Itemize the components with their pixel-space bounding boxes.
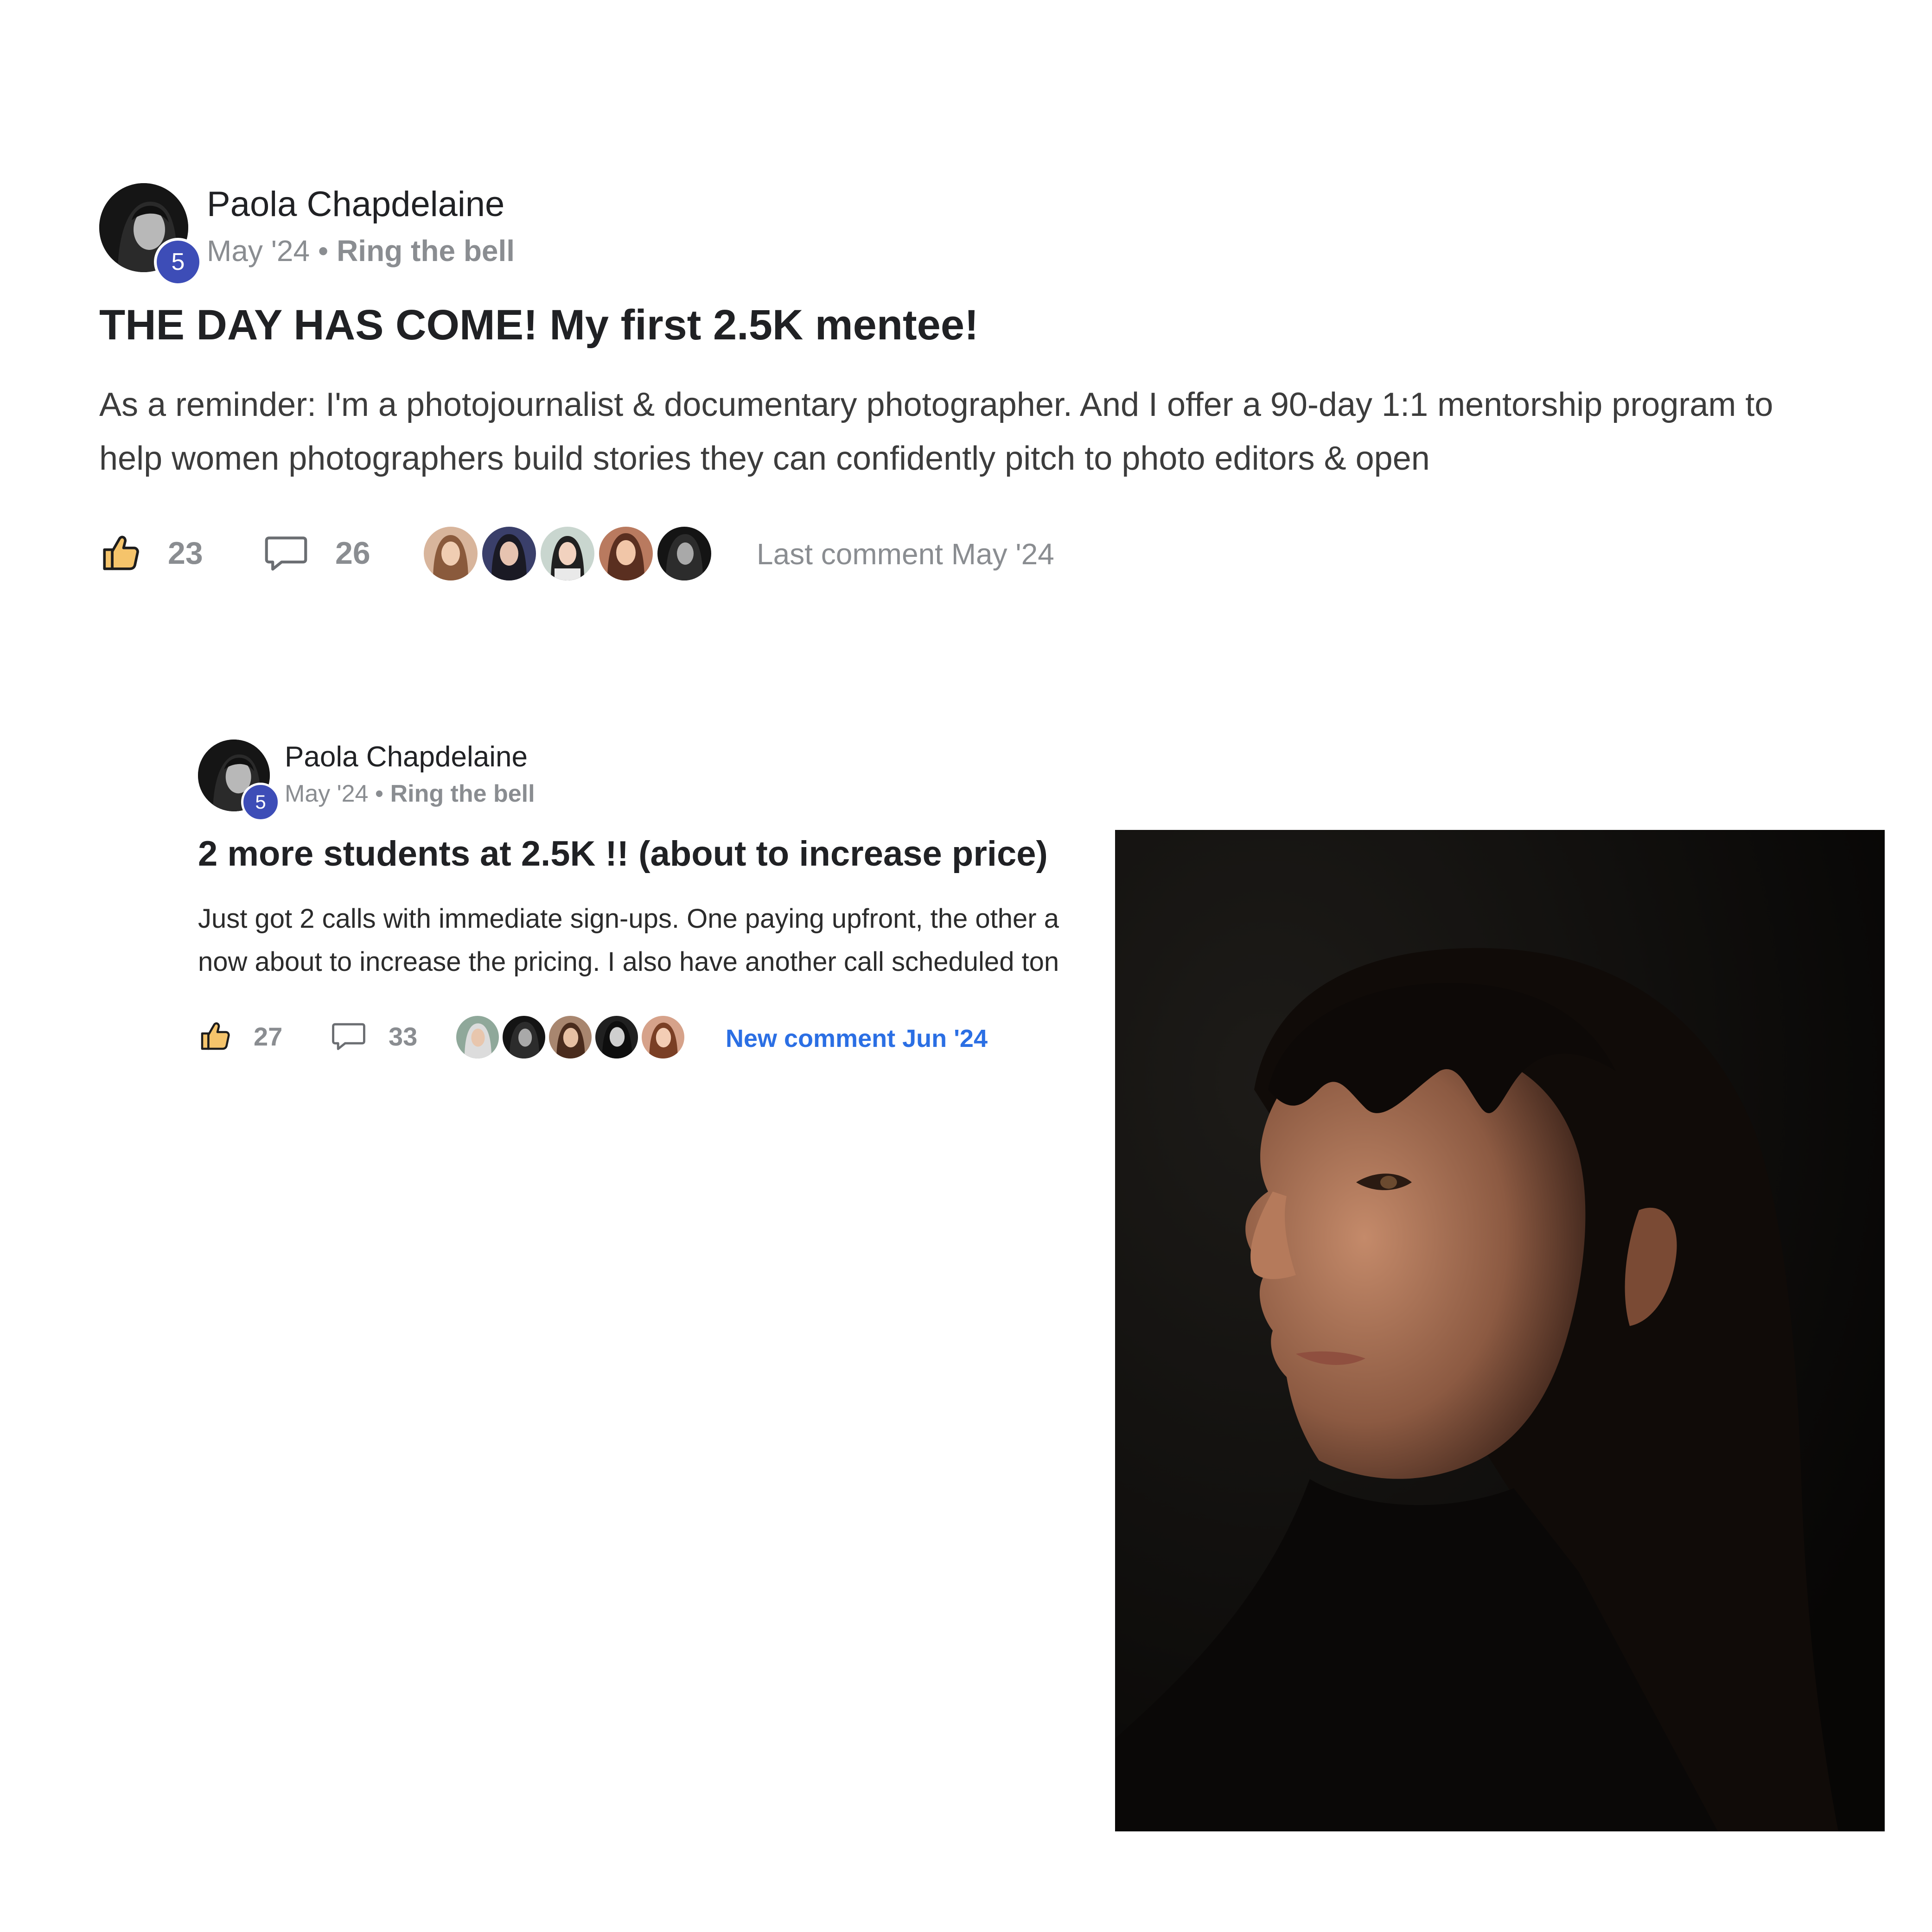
commenter-avatar[interactable] — [546, 1013, 594, 1061]
post-meta: May '24 • Ring the bell — [285, 778, 535, 809]
like-count: 23 — [168, 536, 203, 571]
post-excerpt: Just got 2 calls with immediate sign-ups… — [198, 897, 1125, 983]
new-comment-link[interactable]: New comment Jun '24 — [726, 1022, 988, 1055]
like-count: 27 — [254, 1021, 283, 1051]
level-badge: 5 — [154, 238, 202, 286]
commenter-avatar[interactable] — [500, 1013, 548, 1061]
commenter-avatar[interactable] — [479, 524, 539, 583]
post-date: May '24 — [285, 780, 369, 807]
thumbs-up-icon — [99, 532, 141, 574]
post-card[interactable]: 5 Paola Chapdelaine May '24 • Ring the b… — [99, 183, 1861, 583]
commenter-avatars[interactable] — [421, 524, 714, 583]
post-stats: 23 26 Last comment May '24 — [99, 524, 1212, 584]
post-date: May '24 — [207, 234, 310, 268]
thumbs-up-icon — [198, 1020, 231, 1053]
speech-bubble-icon — [331, 1020, 366, 1053]
post-excerpt: As a reminder: I'm a photojournalist & d… — [99, 386, 1773, 477]
author-name[interactable]: Paola Chapdelaine — [207, 183, 504, 226]
post-stats: 27 33 New comment Jun '24 — [198, 1013, 1125, 1064]
commenter-avatar[interactable] — [593, 1013, 641, 1061]
excerpt-line: now about to increase the pricing. I als… — [198, 947, 1059, 977]
speech-bubble-icon — [264, 532, 308, 574]
like-button[interactable]: 23 — [99, 532, 203, 574]
post-meta: May '24 • Ring the bell — [207, 232, 515, 269]
commenter-avatar[interactable] — [453, 1013, 502, 1061]
commenter-avatar[interactable] — [655, 524, 714, 583]
portrait-photo — [1115, 830, 1885, 1831]
commenter-avatars[interactable] — [453, 1013, 687, 1061]
comment-count: 33 — [389, 1021, 418, 1051]
excerpt-line: Just got 2 calls with immediate sign-ups… — [198, 904, 1059, 934]
post-author-row: 5 Paola Chapdelaine May '24 • Ring the b… — [198, 740, 1125, 822]
commenter-avatar[interactable] — [538, 524, 597, 583]
commenter-avatar[interactable] — [421, 524, 480, 583]
post-author-row: 5 Paola Chapdelaine May '24 • Ring the b… — [99, 183, 1861, 286]
post-card[interactable]: 5 Paola Chapdelaine May '24 • Ring the b… — [198, 740, 1125, 1061]
level-badge: 5 — [241, 783, 280, 822]
comment-button[interactable]: 33 — [331, 1020, 417, 1053]
commenter-avatar[interactable] — [639, 1013, 687, 1061]
last-comment-label: Last comment May '24 — [757, 537, 1054, 571]
post-title[interactable]: THE DAY HAS COME! My first 2.5K mentee! — [99, 299, 979, 351]
meta-separator: • — [318, 234, 329, 268]
commenter-avatar[interactable] — [596, 524, 656, 583]
author-name[interactable]: Paola Chapdelaine — [285, 740, 528, 775]
comment-button[interactable]: 26 — [264, 532, 370, 574]
like-button[interactable]: 27 — [198, 1020, 282, 1053]
post-category[interactable]: Ring the bell — [390, 780, 535, 807]
meta-separator: • — [375, 780, 384, 807]
post-category[interactable]: Ring the bell — [337, 234, 515, 268]
post-title[interactable]: 2 more students at 2.5K !! (about to inc… — [198, 832, 1048, 876]
comment-count: 26 — [335, 536, 370, 571]
